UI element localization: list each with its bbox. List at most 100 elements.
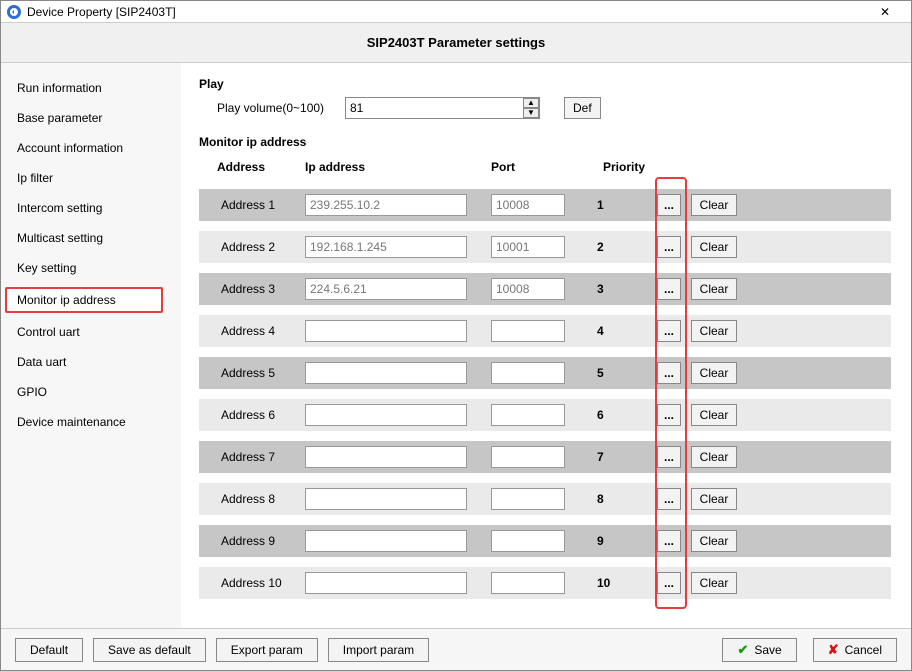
save-as-default-button[interactable]: Save as default <box>93 638 206 662</box>
ip-input[interactable] <box>305 404 467 426</box>
port-input[interactable] <box>491 278 565 300</box>
address-row: Address 55...Clear <box>199 357 891 389</box>
ip-input[interactable] <box>305 236 467 258</box>
export-param-button[interactable]: Export param <box>216 638 318 662</box>
sidebar-item-gpio[interactable]: GPIO <box>1 377 181 407</box>
volume-def-button[interactable]: Def <box>564 97 601 119</box>
cancel-button[interactable]: ✘ Cancel <box>813 638 897 662</box>
clear-button[interactable]: Clear <box>691 362 737 384</box>
monitor-section-title: Monitor ip address <box>199 135 891 149</box>
browse-button[interactable]: ... <box>657 194 681 216</box>
sidebar-item-intercom-setting[interactable]: Intercom setting <box>1 193 181 223</box>
port-input[interactable] <box>491 194 565 216</box>
browse-button[interactable]: ... <box>657 488 681 510</box>
volume-spin-up[interactable]: ▲ <box>523 98 539 108</box>
address-row: Address 1 1... Clear <box>199 189 891 221</box>
col-header-priority: Priority <box>597 160 651 174</box>
close-icon: ✕ <box>880 5 890 19</box>
ip-input[interactable] <box>305 194 467 216</box>
sidebar-item-data-uart[interactable]: Data uart <box>1 347 181 377</box>
titlebar: Device Property [SIP2403T] ✕ <box>1 1 911 23</box>
volume-spin-down[interactable]: ▼ <box>523 108 539 118</box>
port-input[interactable] <box>491 488 565 510</box>
cancel-label: Cancel <box>845 643 882 657</box>
clear-button[interactable]: Clear <box>691 278 737 300</box>
address-row: Address 9 9... Clear <box>199 525 891 557</box>
ip-input[interactable] <box>305 320 467 342</box>
priority-value: 9 <box>597 534 651 548</box>
priority-value: 6 <box>597 408 651 422</box>
save-button[interactable]: ✔ Save <box>722 638 796 662</box>
port-input[interactable] <box>491 320 565 342</box>
col-header-ip: Ip address <box>305 160 491 174</box>
address-row: Address 2 2... Clear <box>199 231 891 263</box>
ip-input[interactable] <box>305 572 467 594</box>
app-icon <box>7 5 21 19</box>
sidebar-item-account-information[interactable]: Account information <box>1 133 181 163</box>
sidebar-item-multicast-setting[interactable]: Multicast setting <box>1 223 181 253</box>
clear-button[interactable]: Clear <box>691 236 737 258</box>
clear-button[interactable]: Clear <box>691 404 737 426</box>
browse-button[interactable]: ... <box>657 362 681 384</box>
browse-button[interactable]: ... <box>657 236 681 258</box>
browse-button[interactable]: ... <box>657 320 681 342</box>
address-label: Address 8 <box>217 492 305 506</box>
sidebar: Run information Base parameter Account i… <box>1 63 181 628</box>
address-label: Address 3 <box>217 282 305 296</box>
browse-button[interactable]: ... <box>657 278 681 300</box>
col-header-port: Port <box>491 160 597 174</box>
col-header-address: Address <box>217 160 305 174</box>
sidebar-item-run-information[interactable]: Run information <box>1 73 181 103</box>
browse-button[interactable]: ... <box>657 530 681 552</box>
close-button[interactable]: ✕ <box>865 1 905 23</box>
clear-button[interactable]: Clear <box>691 530 737 552</box>
port-input[interactable] <box>491 530 565 552</box>
default-button[interactable]: Default <box>15 638 83 662</box>
browse-button[interactable]: ... <box>657 572 681 594</box>
sidebar-item-key-setting[interactable]: Key setting <box>1 253 181 283</box>
priority-value: 1 <box>597 198 651 212</box>
browse-button[interactable]: ... <box>657 404 681 426</box>
address-label: Address 2 <box>217 240 305 254</box>
priority-value: 2 <box>597 240 651 254</box>
ip-input[interactable] <box>305 530 467 552</box>
play-volume-label: Play volume(0~100) <box>199 101 327 115</box>
port-input[interactable] <box>491 572 565 594</box>
priority-value: 7 <box>597 450 651 464</box>
sidebar-item-control-uart[interactable]: Control uart <box>1 317 181 347</box>
clear-button[interactable]: Clear <box>691 488 737 510</box>
port-input[interactable] <box>491 446 565 468</box>
import-param-button[interactable]: Import param <box>328 638 429 662</box>
clear-button[interactable]: Clear <box>691 194 737 216</box>
port-input[interactable] <box>491 236 565 258</box>
clear-button[interactable]: Clear <box>691 320 737 342</box>
ip-input[interactable] <box>305 488 467 510</box>
page-heading: SIP2403T Parameter settings <box>1 23 911 63</box>
footer: Default Save as default Export param Imp… <box>1 628 911 670</box>
sidebar-item-monitor-ip-address[interactable]: Monitor ip address <box>5 287 163 313</box>
priority-value: 10 <box>597 576 651 590</box>
address-label: Address 9 <box>217 534 305 548</box>
address-row: Address 77...Clear <box>199 441 891 473</box>
priority-value: 3 <box>597 282 651 296</box>
port-input[interactable] <box>491 362 565 384</box>
clear-button[interactable]: Clear <box>691 572 737 594</box>
browse-button[interactable]: ... <box>657 446 681 468</box>
play-section-title: Play <box>199 77 891 91</box>
address-row: Address 10 10... Clear <box>199 567 891 599</box>
address-label: Address 1 <box>217 198 305 212</box>
save-label: Save <box>754 643 781 657</box>
sidebar-item-device-maintenance[interactable]: Device maintenance <box>1 407 181 437</box>
sidebar-item-ip-filter[interactable]: Ip filter <box>1 163 181 193</box>
address-label: Address 4 <box>217 324 305 338</box>
ip-input[interactable] <box>305 362 467 384</box>
ip-input[interactable] <box>305 278 467 300</box>
x-icon: ✘ <box>828 642 839 658</box>
port-input[interactable] <box>491 404 565 426</box>
address-label: Address 10 <box>217 576 305 590</box>
sidebar-item-base-parameter[interactable]: Base parameter <box>1 103 181 133</box>
play-volume-input[interactable] <box>345 97 540 119</box>
clear-button[interactable]: Clear <box>691 446 737 468</box>
ip-input[interactable] <box>305 446 467 468</box>
window-title: Device Property [SIP2403T] <box>27 5 176 19</box>
